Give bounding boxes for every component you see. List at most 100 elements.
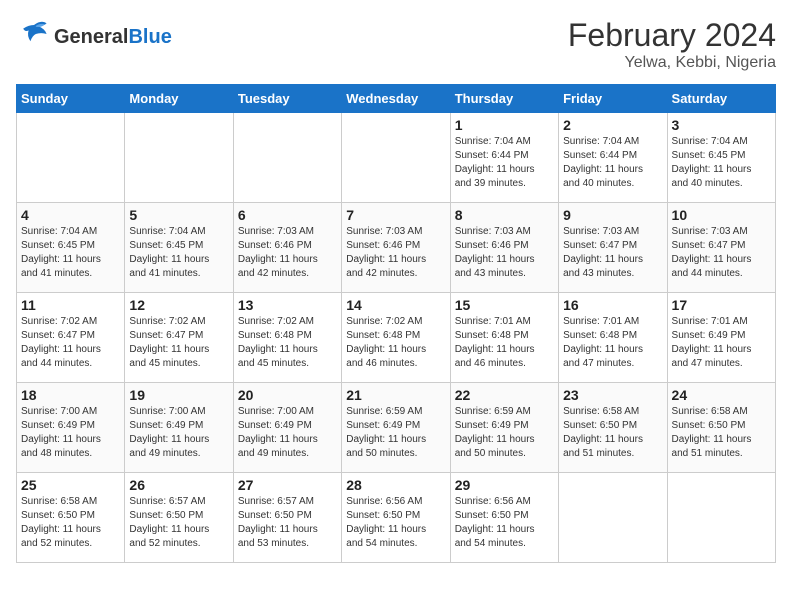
header-monday: Monday	[125, 85, 233, 113]
day-number: 8	[455, 207, 554, 223]
calendar-cell: 23 Sunrise: 6:58 AM Sunset: 6:50 PM Dayli…	[559, 383, 667, 473]
calendar-cell: 9 Sunrise: 7:03 AM Sunset: 6:47 PM Daylig…	[559, 203, 667, 293]
calendar-cell: 20 Sunrise: 7:00 AM Sunset: 6:49 PM Dayli…	[233, 383, 341, 473]
calendar-table: SundayMondayTuesdayWednesdayThursdayFrid…	[16, 84, 776, 563]
calendar-cell: 5Sunrise: 7:04 AM Sunset: 6:45 PM Daylig…	[125, 203, 233, 293]
calendar-subtitle: Yelwa, Kebbi, Nigeria	[568, 54, 776, 72]
day-number: 18	[21, 387, 120, 403]
calendar-week-row: 11Sunrise: 7:02 AM Sunset: 6:47 PM Dayli…	[17, 293, 776, 383]
day-info: Sunrise: 7:03 AM Sunset: 6:46 PM Dayligh…	[238, 225, 337, 281]
day-info: Sunrise: 7:03 AM Sunset: 6:47 PM Dayligh…	[563, 225, 662, 281]
day-number: 15	[455, 297, 554, 313]
day-info: Sunrise: 6:59 AM Sunset: 6:49 PM Dayligh…	[346, 405, 445, 461]
logo-blue: Blue	[128, 26, 171, 48]
calendar-cell: 19 Sunrise: 7:00 AM Sunset: 6:49 PM Dayli…	[125, 383, 233, 473]
calendar-cell: 14 Sunrise: 7:02 AM Sunset: 6:48 PM Dayli…	[342, 293, 450, 383]
day-info: Sunrise: 7:01 AM Sunset: 6:48 PM Dayligh…	[455, 315, 554, 371]
calendar-cell: 10Sunrise: 7:03 AM Sunset: 6:47 PM Dayli…	[667, 203, 775, 293]
day-info: Sunrise: 7:04 AM Sunset: 6:45 PM Dayligh…	[21, 225, 120, 281]
day-info: Sunrise: 7:02 AM Sunset: 6:48 PM Dayligh…	[346, 315, 445, 371]
calendar-cell: 25 Sunrise: 6:58 AM Sunset: 6:50 PM Dayli…	[17, 473, 125, 563]
calendar-cell: 26 Sunrise: 6:57 AM Sunset: 6:50 PM Dayli…	[125, 473, 233, 563]
calendar-cell: 24Sunrise: 6:58 AM Sunset: 6:50 PM Dayli…	[667, 383, 775, 473]
day-number: 1	[455, 117, 554, 133]
calendar-cell	[667, 473, 775, 563]
day-info: Sunrise: 6:58 AM Sunset: 6:50 PM Dayligh…	[563, 405, 662, 461]
day-number: 21	[346, 387, 445, 403]
calendar-cell: 21 Sunrise: 6:59 AM Sunset: 6:49 PM Dayli…	[342, 383, 450, 473]
calendar-cell: 4 Sunrise: 7:04 AM Sunset: 6:45 PM Daylig…	[17, 203, 125, 293]
day-info: Sunrise: 7:00 AM Sunset: 6:49 PM Dayligh…	[238, 405, 337, 461]
day-info: Sunrise: 7:02 AM Sunset: 6:48 PM Dayligh…	[238, 315, 337, 371]
calendar-cell: 27 Sunrise: 6:57 AM Sunset: 6:50 PM Dayli…	[233, 473, 341, 563]
day-info: Sunrise: 6:59 AM Sunset: 6:49 PM Dayligh…	[455, 405, 554, 461]
logo-general: General	[54, 26, 128, 48]
calendar-cell: 28 Sunrise: 6:56 AM Sunset: 6:50 PM Dayli…	[342, 473, 450, 563]
calendar-cell	[233, 113, 341, 203]
logo-text-block: GeneralBlue	[54, 26, 172, 48]
calendar-cell: 18Sunrise: 7:00 AM Sunset: 6:49 PM Dayli…	[17, 383, 125, 473]
day-info: Sunrise: 6:56 AM Sunset: 6:50 PM Dayligh…	[455, 495, 554, 551]
day-number: 14	[346, 297, 445, 313]
calendar-header-row: SundayMondayTuesdayWednesdayThursdayFrid…	[17, 85, 776, 113]
day-info: Sunrise: 7:00 AM Sunset: 6:49 PM Dayligh…	[129, 405, 228, 461]
day-number: 3	[672, 117, 771, 133]
day-info: Sunrise: 6:58 AM Sunset: 6:50 PM Dayligh…	[672, 405, 771, 461]
day-number: 10	[672, 207, 771, 223]
day-number: 2	[563, 117, 662, 133]
day-number: 7	[346, 207, 445, 223]
calendar-cell: 6 Sunrise: 7:03 AM Sunset: 6:46 PM Daylig…	[233, 203, 341, 293]
day-number: 23	[563, 387, 662, 403]
calendar-title-block: February 2024 Yelwa, Kebbi, Nigeria	[568, 16, 776, 72]
calendar-title: February 2024	[568, 16, 776, 54]
header-friday: Friday	[559, 85, 667, 113]
header-wednesday: Wednesday	[342, 85, 450, 113]
day-info: Sunrise: 7:03 AM Sunset: 6:46 PM Dayligh…	[346, 225, 445, 281]
day-info: Sunrise: 7:01 AM Sunset: 6:49 PM Dayligh…	[672, 315, 771, 371]
calendar-cell	[17, 113, 125, 203]
calendar-cell: 8Sunrise: 7:03 AM Sunset: 6:46 PM Daylig…	[450, 203, 558, 293]
logo-icon	[16, 16, 52, 57]
day-number: 16	[563, 297, 662, 313]
day-number: 17	[672, 297, 771, 313]
day-number: 6	[238, 207, 337, 223]
day-number: 25	[21, 477, 120, 493]
calendar-cell	[125, 113, 233, 203]
header-sunday: Sunday	[17, 85, 125, 113]
calendar-cell: 11Sunrise: 7:02 AM Sunset: 6:47 PM Dayli…	[17, 293, 125, 383]
day-number: 28	[346, 477, 445, 493]
calendar-cell: 1 Sunrise: 7:04 AM Sunset: 6:44 PM Daylig…	[450, 113, 558, 203]
day-number: 4	[21, 207, 120, 223]
day-info: Sunrise: 6:58 AM Sunset: 6:50 PM Dayligh…	[21, 495, 120, 551]
calendar-cell: 7 Sunrise: 7:03 AM Sunset: 6:46 PM Daylig…	[342, 203, 450, 293]
logo: GeneralBlue	[16, 16, 172, 57]
day-info: Sunrise: 6:56 AM Sunset: 6:50 PM Dayligh…	[346, 495, 445, 551]
day-number: 13	[238, 297, 337, 313]
calendar-cell: 22Sunrise: 6:59 AM Sunset: 6:49 PM Dayli…	[450, 383, 558, 473]
calendar-cell: 16 Sunrise: 7:01 AM Sunset: 6:48 PM Dayli…	[559, 293, 667, 383]
day-number: 27	[238, 477, 337, 493]
calendar-week-row: 18 Sunrise: 7:00 AM Sunset: 6:49 PM Dayli…	[17, 383, 776, 473]
calendar-cell	[559, 473, 667, 563]
calendar-cell: 2 Sunrise: 7:04 AM Sunset: 6:44 PM Daylig…	[559, 113, 667, 203]
calendar-cell: 13 Sunrise: 7:02 AM Sunset: 6:48 PM Dayli…	[233, 293, 341, 383]
day-number: 20	[238, 387, 337, 403]
calendar-week-row: 25 Sunrise: 6:58 AM Sunset: 6:50 PM Dayli…	[17, 473, 776, 563]
day-info: Sunrise: 7:04 AM Sunset: 6:45 PM Dayligh…	[672, 135, 771, 191]
page-header: GeneralBlue February 2024 Yelwa, Kebbi, …	[16, 16, 776, 72]
day-info: Sunrise: 7:04 AM Sunset: 6:44 PM Dayligh…	[563, 135, 662, 191]
calendar-week-row: 1 Sunrise: 7:04 AM Sunset: 6:44 PM Daylig…	[17, 113, 776, 203]
day-number: 12	[129, 297, 228, 313]
day-number: 9	[563, 207, 662, 223]
day-number: 29	[455, 477, 554, 493]
day-info: Sunrise: 6:57 AM Sunset: 6:50 PM Dayligh…	[238, 495, 337, 551]
day-info: Sunrise: 7:02 AM Sunset: 6:47 PM Dayligh…	[21, 315, 120, 371]
day-info: Sunrise: 7:01 AM Sunset: 6:48 PM Dayligh…	[563, 315, 662, 371]
calendar-cell: 29 Sunrise: 6:56 AM Sunset: 6:50 PM Dayli…	[450, 473, 558, 563]
day-number: 19	[129, 387, 228, 403]
day-info: Sunrise: 7:04 AM Sunset: 6:44 PM Dayligh…	[455, 135, 554, 191]
calendar-cell: 3 Sunrise: 7:04 AM Sunset: 6:45 PM Daylig…	[667, 113, 775, 203]
day-number: 26	[129, 477, 228, 493]
day-info: Sunrise: 6:57 AM Sunset: 6:50 PM Dayligh…	[129, 495, 228, 551]
day-number: 5	[129, 207, 228, 223]
